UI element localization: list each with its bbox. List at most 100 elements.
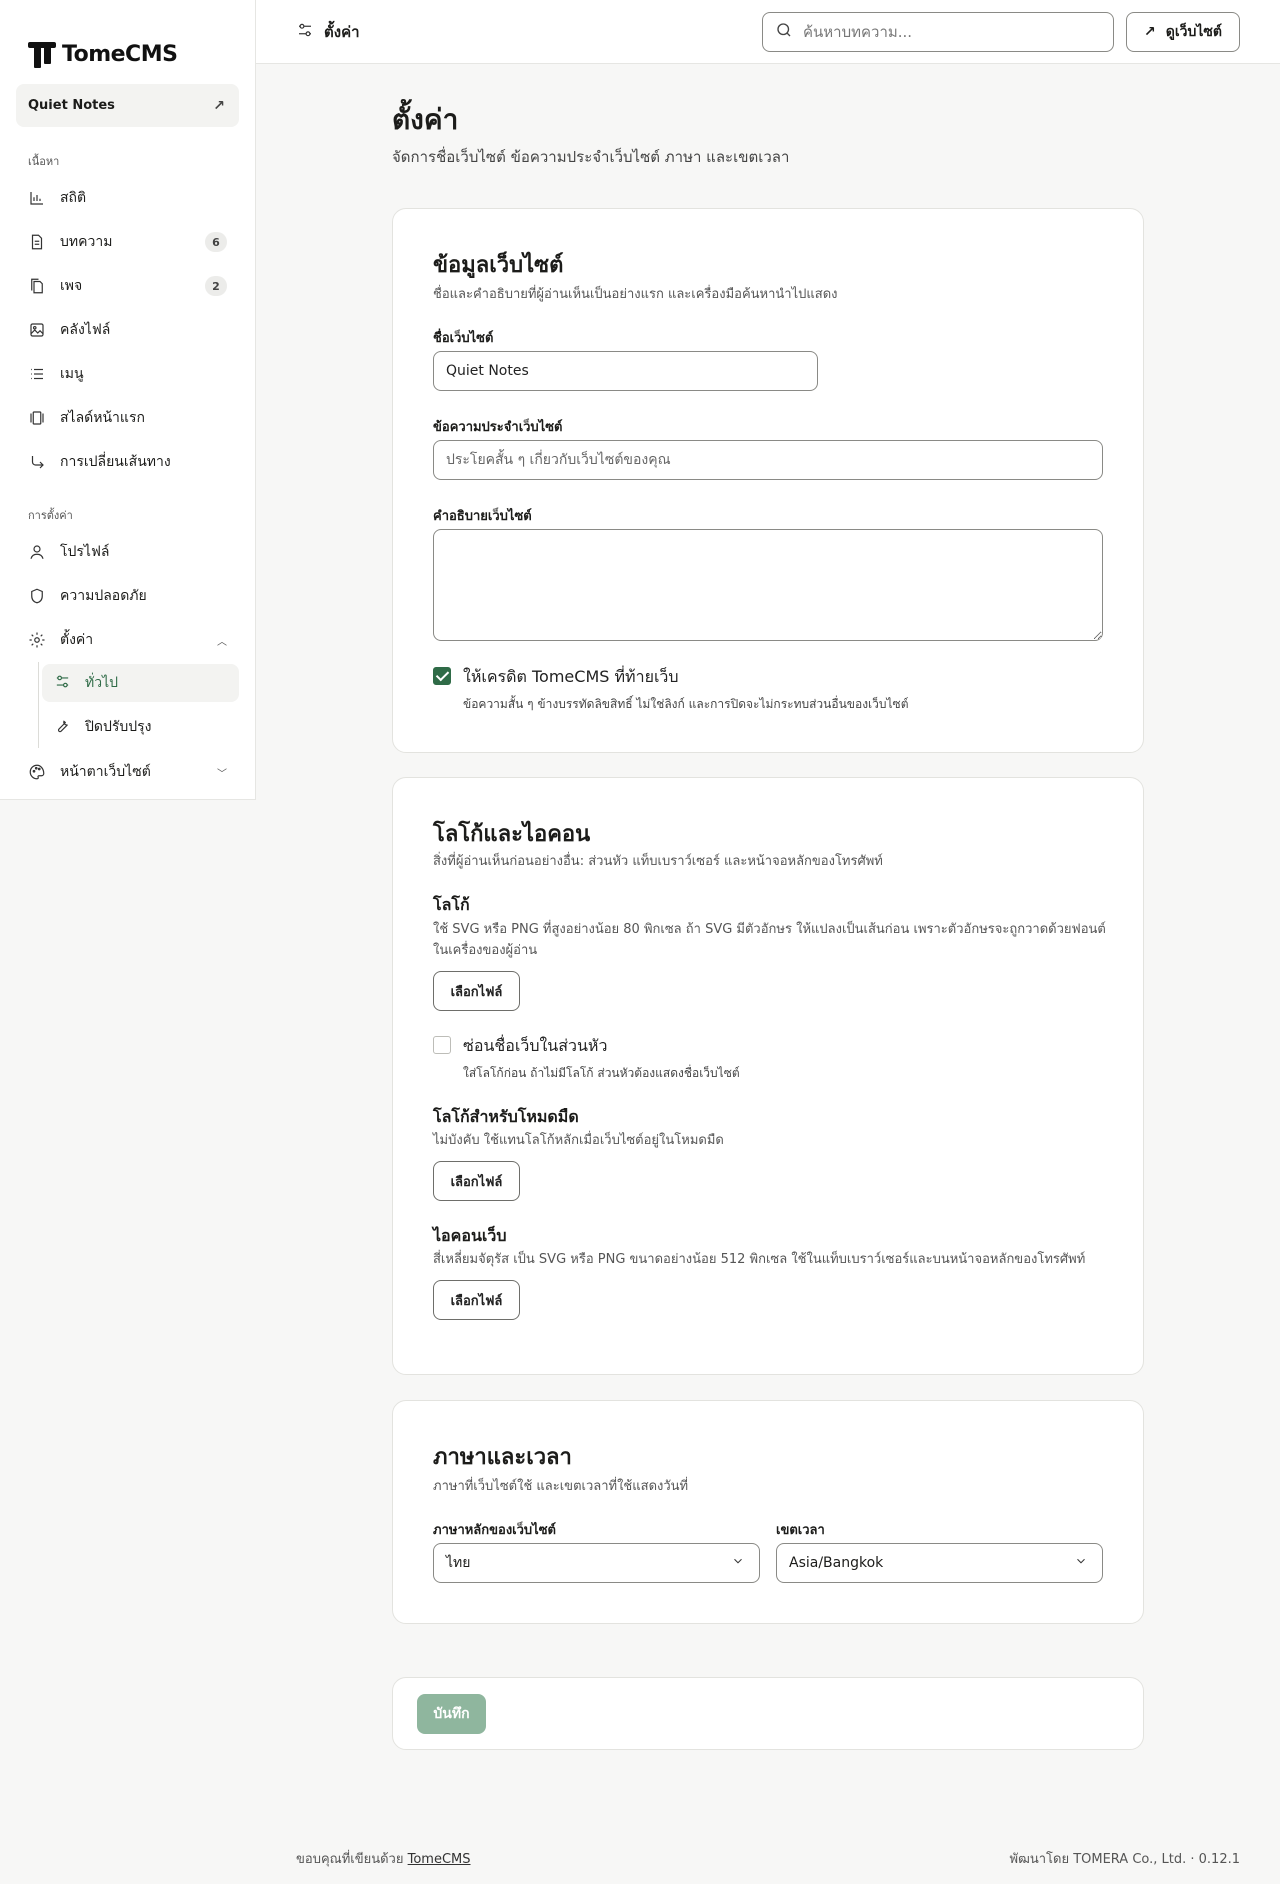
language-select[interactable]: ไทย: [433, 1543, 760, 1583]
submenu-guide-line: [38, 662, 39, 748]
slides-icon: [28, 409, 46, 427]
card-title: โลโก้และไอคอน: [433, 822, 591, 847]
sidebar-item-label: สไลด์หน้าแรก: [60, 410, 145, 426]
gear-icon: [28, 631, 46, 649]
sidebar-subitem-label: ปิดปรับปรุง: [85, 719, 152, 735]
sidebar-item-label: โปรไฟล์: [60, 544, 110, 560]
pages-icon: [28, 277, 46, 295]
sidebar-item-label: เพจ: [60, 278, 83, 294]
sidebar-item-label: ความปลอดภัย: [60, 588, 147, 604]
sidebar-item-slides[interactable]: สไลด์หน้าแรก: [16, 400, 239, 436]
sidebar-item-security[interactable]: ความปลอดภัย: [16, 578, 239, 614]
sliders-icon: [54, 673, 71, 694]
view-site-button[interactable]: ↗ ดูเว็บไซต์: [1126, 12, 1240, 52]
favicon-desc: สี่เหลี่ยมจัตุรัส เป็น SVG หรือ PNG ขนาด…: [433, 1252, 1086, 1267]
site-name-label: ชื่อเว็บไซต์: [433, 331, 494, 346]
dark-logo-title: โลโก้สำหรับโหมดมืด: [433, 1107, 579, 1126]
sidebar-item-posts[interactable]: บทความ 6: [16, 224, 239, 260]
timezone-select[interactable]: Asia/Bangkok: [776, 1543, 1103, 1583]
page-subtitle: จัดการชื่อเว็บไซต์ ข้อความประจำเว็บไซต์ …: [392, 148, 790, 166]
breadcrumb-title: ตั้งค่า: [324, 23, 360, 41]
list-icon: [28, 365, 46, 383]
footer-credit-text: ขอบคุณที่เขียนด้วย: [296, 1852, 404, 1867]
favicon-title: ไอคอนเว็บ: [433, 1226, 507, 1245]
brand-name: TomeCMS: [62, 41, 178, 67]
description-label: คำอธิบายเว็บไซต์: [433, 509, 532, 524]
chevron-down-icon: ﹀: [217, 768, 227, 780]
chevron-down-icon: [1074, 1554, 1088, 1572]
site-name-input[interactable]: [433, 351, 818, 391]
sidebar-item-stats[interactable]: สถิติ: [16, 180, 239, 216]
sidebar-item-pages[interactable]: เพจ 2: [16, 268, 239, 304]
credit-checkbox[interactable]: [433, 667, 451, 685]
language-value: ไทย: [446, 1555, 471, 1571]
footer-tomecms-link[interactable]: TomeCMS: [408, 1852, 471, 1867]
count-badge: 6: [205, 232, 227, 252]
choose-logo-button[interactable]: เลือกไฟล์: [433, 971, 520, 1011]
site-switcher[interactable]: Quiet Notes ↗: [16, 84, 239, 127]
hide-name-label: ซ่อนชื่อเว็บในส่วนหัว: [463, 1036, 608, 1055]
logo-section-desc: ใช้ SVG หรือ PNG ที่สูงอย่างน้อย 80 พิกเ…: [433, 922, 1106, 958]
sidebar-subitem-maintenance[interactable]: ปิดปรับปรุง: [42, 708, 239, 746]
description-textarea[interactable]: [433, 529, 1103, 641]
save-button[interactable]: บันทึก: [417, 1694, 486, 1734]
breadcrumb: ตั้งค่า: [296, 20, 360, 44]
sidebar-item-settings[interactable]: ตั้งค่า ︿: [16, 622, 239, 658]
page-title: ตั้งค่า: [392, 103, 459, 136]
credit-hint: ข้อความสั้น ๆ ข้างบรรทัดลิขสิทธิ์ ไม่ใช่…: [463, 697, 909, 711]
sidebar-item-appearance[interactable]: หน้าตาเว็บไซต์ ﹀: [16, 754, 239, 790]
tagline-input[interactable]: [433, 440, 1103, 480]
sidebar-item-label: คลังไฟล์: [60, 322, 111, 338]
search-box[interactable]: [762, 12, 1114, 52]
shield-icon: [28, 587, 46, 605]
search-input[interactable]: [803, 23, 1093, 41]
card-title: ข้อมูลเว็บไซต์: [433, 253, 564, 278]
card-title: ภาษาและเวลา: [433, 1445, 572, 1470]
card-subtitle: ภาษาที่เว็บไซต์ใช้ และเขตเวลาที่ใช้แสดงว…: [433, 1479, 689, 1494]
external-arrow-icon: ↗: [1144, 24, 1156, 40]
sidebar-item-media[interactable]: คลังไฟล์: [16, 312, 239, 348]
tagline-label: ข้อความประจำเว็บไซต์: [433, 420, 563, 435]
sidebar-item-label: บทความ: [60, 234, 113, 250]
sidebar-item-menus[interactable]: เมนู: [16, 356, 239, 392]
timezone-value: Asia/Bangkok: [789, 1555, 884, 1571]
sidebar-item-label: สถิติ: [60, 190, 87, 206]
view-site-label: ดูเว็บไซต์: [1165, 24, 1222, 40]
topbar: ตั้งค่า ↗ ดูเว็บไซต์: [256, 0, 1280, 64]
language-label: ภาษาหลักของเว็บไซต์: [433, 1523, 556, 1538]
save-bar: บันทึก: [392, 1677, 1144, 1750]
external-arrow-icon: ↗: [213, 97, 225, 114]
sidebar-item-label: ตั้งค่า: [60, 632, 94, 648]
tomecms-logo-icon: [28, 40, 58, 68]
sidebar-subitem-general[interactable]: ทั่วไป: [42, 664, 239, 702]
chevron-down-icon: [731, 1554, 745, 1572]
sidebar-item-label: หน้าตาเว็บไซต์: [60, 764, 151, 780]
count-badge: 2: [205, 276, 227, 296]
sidebar-item-label: การเปลี่ยนเส้นทาง: [60, 454, 171, 470]
footer-credit: ขอบคุณที่เขียนด้วย TomeCMS: [296, 1848, 471, 1869]
sidebar: TomeCMS Quiet Notes ↗ เนื้อหา สถิติ บทคว…: [0, 0, 256, 800]
sidebar-item-profile[interactable]: โปรไฟล์: [16, 534, 239, 570]
hide-name-checkbox[interactable]: [433, 1036, 451, 1054]
card-subtitle: ชื่อและคำอธิบายที่ผู้อ่านเห็นเป็นอย่างแร…: [433, 287, 838, 302]
redirect-icon: [28, 453, 46, 471]
palette-icon: [28, 763, 46, 781]
site-switcher-name: Quiet Notes: [28, 98, 115, 113]
site-info-card: ข้อมูลเว็บไซต์ ชื่อและคำอธิบายที่ผู้อ่าน…: [392, 208, 1144, 753]
credit-label: ให้เครดิต TomeCMS ที่ท้ายเว็บ: [463, 667, 679, 686]
timezone-label: เขตเวลา: [776, 1523, 825, 1538]
sidebar-subitem-label: ทั่วไป: [85, 675, 119, 691]
brand-logo[interactable]: TomeCMS: [28, 40, 178, 68]
choose-dark-logo-button[interactable]: เลือกไฟล์: [433, 1161, 520, 1201]
hide-name-hint: ใส่โลโก้ก่อน ถ้าไม่มีโลโก้ ส่วนหัวต้องแส…: [463, 1066, 740, 1080]
chevron-up-icon: ︿: [217, 636, 227, 648]
document-icon: [28, 233, 46, 251]
sidebar-item-redirects[interactable]: การเปลี่ยนเส้นทาง: [16, 444, 239, 480]
card-subtitle: สิ่งที่ผู้อ่านเห็นก่อนอย่างอื่น: ส่วนหัว…: [433, 854, 883, 869]
logo-section-title: โลโก้: [433, 895, 470, 914]
search-icon: [775, 21, 793, 43]
credit-option: ให้เครดิต TomeCMS ที่ท้ายเว็บ ข้อความสั้…: [433, 665, 908, 714]
choose-favicon-button[interactable]: เลือกไฟล์: [433, 1280, 520, 1320]
language-time-card: ภาษาและเวลา ภาษาที่เว็บไซต์ใช้ และเขตเวล…: [392, 1400, 1144, 1624]
sidebar-item-label: เมนู: [60, 366, 84, 382]
